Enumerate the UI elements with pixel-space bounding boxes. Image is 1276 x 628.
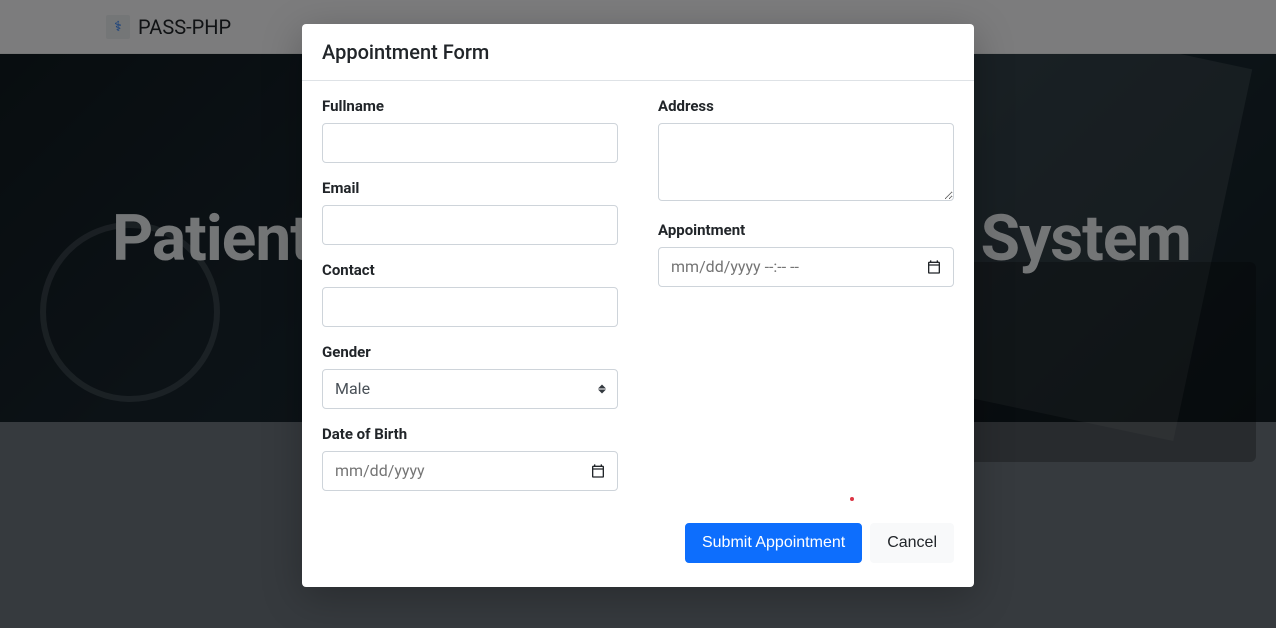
required-indicator-icon — [850, 497, 854, 501]
group-gender: Gender Male — [322, 343, 618, 409]
label-address: Address — [658, 97, 954, 115]
modal-body: Fullname Email Contact Gender Male — [302, 81, 974, 511]
group-appointment: Appointment — [658, 221, 954, 287]
email-input[interactable] — [322, 205, 618, 245]
cancel-button[interactable]: Cancel — [870, 523, 954, 563]
group-contact: Contact — [322, 261, 618, 327]
label-contact: Contact — [322, 261, 618, 279]
group-email: Email — [322, 179, 618, 245]
modal-title: Appointment Form — [322, 40, 954, 64]
appointment-modal: Appointment Form Fullname Email Contact … — [302, 24, 974, 587]
label-appointment: Appointment — [658, 221, 954, 239]
modal-header: Appointment Form — [302, 24, 974, 81]
appointment-input[interactable] — [658, 247, 954, 287]
calendar-icon — [926, 259, 942, 275]
group-address: Address — [658, 97, 954, 205]
form-col-left: Fullname Email Contact Gender Male — [322, 97, 618, 507]
dob-input[interactable] — [322, 451, 618, 491]
label-fullname: Fullname — [322, 97, 618, 115]
form-col-right: Address Appointment — [658, 97, 954, 507]
label-gender: Gender — [322, 343, 618, 361]
group-fullname: Fullname — [322, 97, 618, 163]
fullname-input[interactable] — [322, 123, 618, 163]
address-textarea[interactable] — [658, 123, 954, 201]
calendar-icon — [590, 463, 606, 479]
label-dob: Date of Birth — [322, 425, 618, 443]
submit-appointment-button[interactable]: Submit Appointment — [685, 523, 862, 563]
modal-footer: Submit Appointment Cancel — [302, 511, 974, 587]
contact-input[interactable] — [322, 287, 618, 327]
label-email: Email — [322, 179, 618, 197]
group-dob: Date of Birth — [322, 425, 618, 491]
gender-select[interactable]: Male — [322, 369, 618, 409]
